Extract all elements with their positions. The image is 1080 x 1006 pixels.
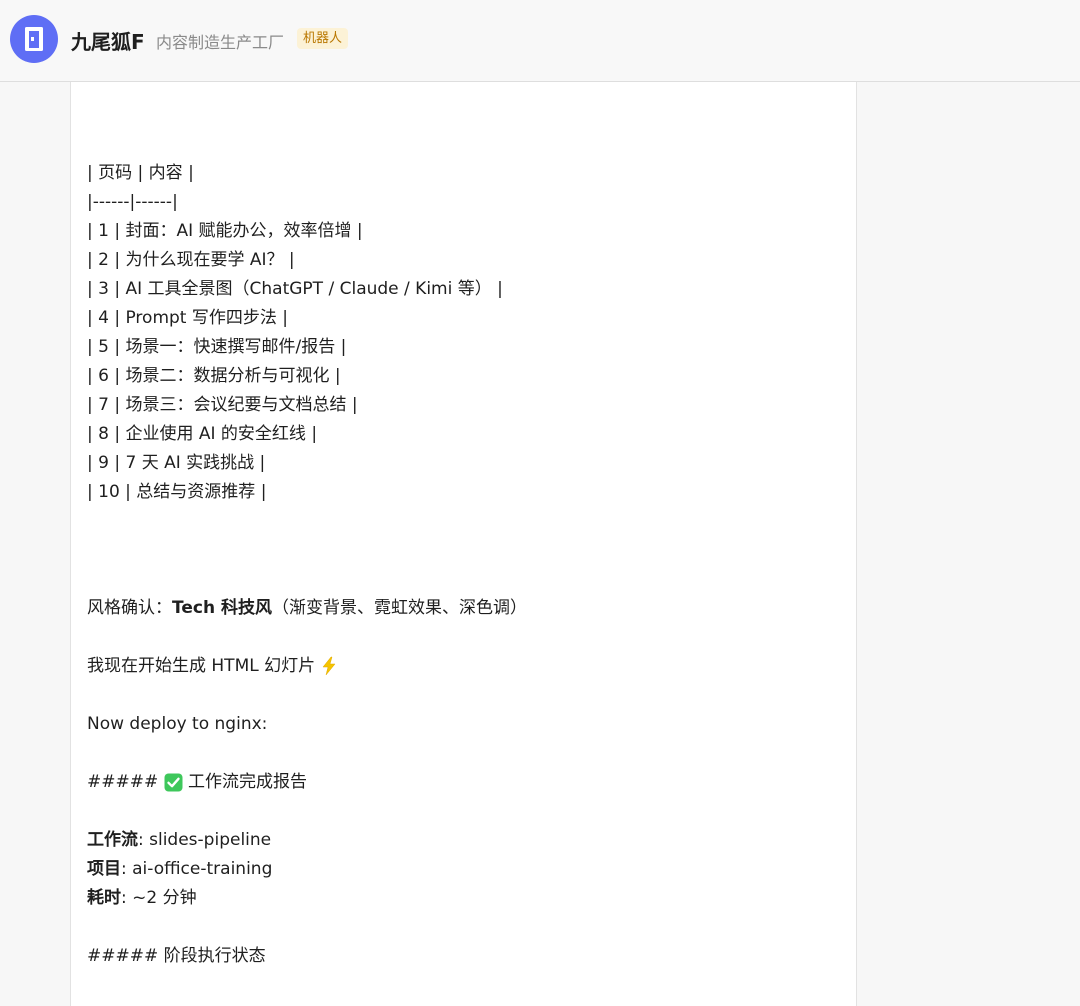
- report-heading: ##### 工作流完成报告: [87, 771, 307, 793]
- style-value: Tech 科技风: [172, 598, 272, 618]
- table-line: | 页码 | 内容 |: [87, 163, 194, 183]
- bot-subtitle: 内容制造生产工厂: [156, 33, 285, 52]
- table-line: | 6 | 场景二：数据分析与可视化 |: [87, 366, 341, 386]
- deploy-line: Now deploy to nginx:: [87, 714, 268, 734]
- style-confirm-line: 风格确认：Tech 科技风（渐变背景、霓虹效果、深色调）: [87, 597, 527, 619]
- table-line: | 2 | 为什么现在要学 AI？ |: [87, 250, 295, 270]
- door-icon: [25, 27, 43, 51]
- chat-header: 九尾狐F 内容制造生产工厂 机器人: [0, 0, 1080, 82]
- generating-line: 我现在开始生成 HTML 幻灯片: [87, 655, 337, 677]
- lightning-icon: [322, 656, 336, 676]
- project-label: 项目: [87, 859, 121, 879]
- workflow-label: 工作流: [87, 830, 138, 850]
- table-line: | 5 | 场景一：快速撰写邮件/报告 |: [87, 337, 347, 357]
- table-line: | 10 | 总结与资源推荐 |: [87, 482, 267, 502]
- style-description: （渐变背景、霓虹效果、深色调）: [271, 598, 527, 618]
- table-line: | 4 | Prompt 写作四步法 |: [87, 308, 289, 328]
- check-mark-icon: [164, 773, 183, 791]
- report-heading-text: 工作流完成报告: [188, 772, 308, 792]
- table-line: | 8 | 企业使用 AI 的安全红线 |: [87, 424, 318, 444]
- report-heading-prefix: #####: [87, 772, 159, 792]
- bot-avatar[interactable]: [10, 15, 58, 63]
- duration-value: : ~2 分钟: [121, 888, 197, 908]
- project-line: 项目: ai-office-training: [87, 858, 272, 880]
- generating-text: 我现在开始生成 HTML 幻灯片: [87, 656, 316, 676]
- bot-badge: 机器人: [297, 28, 349, 49]
- stage-heading: ##### 阶段执行状态: [87, 946, 266, 966]
- table-line: | 1 | 封面：AI 赋能办公，效率倍增 |: [87, 221, 363, 241]
- workflow-value: : slides-pipeline: [138, 830, 272, 850]
- table-line: | 7 | 场景三：会议纪要与文档总结 |: [87, 395, 358, 415]
- table-line: | 3 | AI 工具全景图（ChatGPT / Claude / Kimi 等…: [87, 279, 503, 299]
- table-line: |------|------|: [87, 192, 178, 212]
- duration-label: 耗时: [87, 888, 121, 908]
- table-line: | 9 | 7 天 AI 实践挑战 |: [87, 453, 266, 473]
- style-label: 风格确认：: [87, 598, 172, 618]
- bot-name[interactable]: 九尾狐F: [71, 26, 145, 55]
- workflow-line: 工作流: slides-pipeline: [87, 829, 271, 851]
- project-value: : ai-office-training: [121, 859, 273, 879]
- duration-line: 耗时: ~2 分钟: [87, 887, 197, 909]
